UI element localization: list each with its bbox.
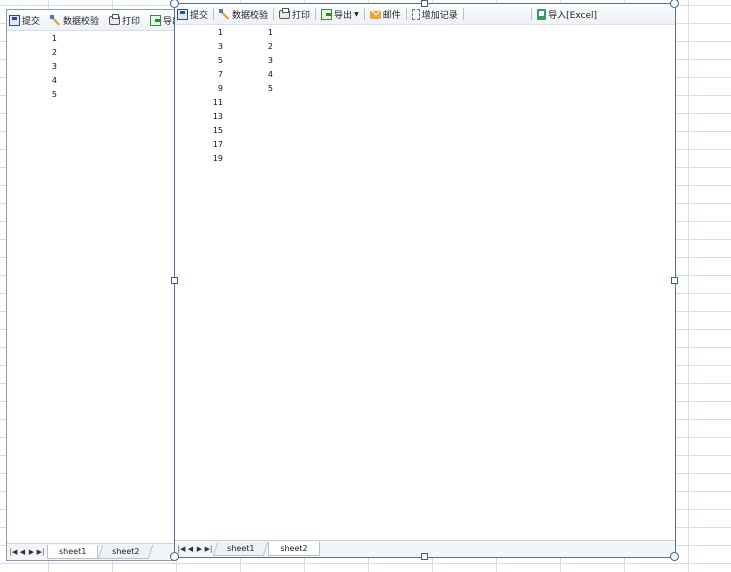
validate-icon — [219, 8, 230, 20]
last-sheet-button[interactable]: ▶| — [204, 543, 213, 555]
cell-col-a[interactable]: 15 — [205, 124, 223, 138]
resize-handle-bottom-right[interactable] — [670, 552, 679, 561]
left-cell[interactable]: 4 — [37, 74, 57, 88]
first-sheet-button[interactable]: |◀ — [9, 546, 18, 558]
tab-sheet1[interactable]: sheet1 — [47, 545, 99, 559]
add-record-button[interactable]: 增加记录 — [410, 5, 460, 23]
tab-label: sheet1 — [59, 547, 87, 556]
left-toolbar: 提交 数据校验 打印 导出 — [7, 10, 175, 31]
tab-label: sheet1 — [227, 544, 255, 553]
export-dropdown-button[interactable]: 导出 ▼ — [319, 5, 361, 23]
mail-label: 邮件 — [382, 10, 401, 21]
save-icon — [177, 8, 188, 20]
print-label: 打印 — [292, 10, 311, 21]
toolbar-separator — [213, 8, 215, 20]
toolbar-separator — [531, 8, 533, 20]
export-icon — [150, 14, 162, 26]
tab-label: sheet2 — [112, 547, 140, 556]
excel-import-icon — [537, 8, 547, 20]
cell-col-b[interactable]: 1 — [255, 26, 273, 40]
last-sheet-button[interactable]: ▶| — [36, 546, 45, 558]
printer-icon — [279, 8, 291, 19]
chevron-down-icon: ▼ — [354, 10, 359, 18]
cell-col-b[interactable]: 5 — [255, 82, 273, 96]
resize-handle-left[interactable] — [171, 277, 178, 284]
prev-sheet-button[interactable]: ◀ — [186, 543, 195, 555]
resize-handle-bottom-left[interactable] — [170, 552, 179, 561]
submit-button[interactable]: 提交 — [175, 5, 210, 23]
cell-col-b[interactable]: 3 — [255, 54, 273, 68]
resize-handle-top[interactable] — [421, 0, 428, 7]
cell-col-a[interactable]: 13 — [205, 110, 223, 124]
export-label: 导出 — [334, 10, 353, 21]
toolbar-separator — [363, 8, 365, 20]
next-sheet-button[interactable]: ▶ — [195, 543, 204, 555]
mail-icon — [369, 10, 381, 19]
left-export-button[interactable]: 导出 — [148, 11, 175, 29]
tab-sheet2[interactable]: sheet2 — [98, 545, 154, 559]
import-excel-button[interactable]: 导入[Excel] — [535, 5, 599, 23]
left-cell[interactable]: 2 — [37, 46, 57, 60]
cell-col-a[interactable]: 17 — [205, 138, 223, 152]
prev-sheet-button[interactable]: ◀ — [18, 546, 27, 558]
resize-handle-bottom[interactable] — [421, 553, 428, 560]
cell-col-a[interactable]: 19 — [205, 152, 223, 166]
cell-col-a[interactable]: 9 — [205, 82, 223, 96]
cell-col-a[interactable]: 3 — [205, 40, 223, 54]
cell-col-b[interactable]: 4 — [255, 68, 273, 82]
print-button[interactable]: 打印 — [277, 5, 312, 23]
toolbar-separator — [405, 8, 407, 20]
cell-col-a[interactable]: 11 — [205, 96, 223, 110]
toolbar-separator — [273, 8, 275, 20]
left-sheet-tabbar: |◀ ◀ ▶ ▶| sheet1 sheet2 — [7, 543, 175, 560]
export-icon — [321, 8, 333, 20]
left-submit-label: 提交 — [22, 16, 41, 27]
save-icon — [9, 14, 20, 26]
cell-col-a[interactable]: 7 — [205, 68, 223, 82]
left-cell[interactable]: 1 — [37, 32, 57, 46]
resize-handle-right[interactable] — [671, 277, 678, 284]
validate-icon — [50, 14, 61, 26]
mail-button[interactable]: 邮件 — [368, 5, 403, 23]
selected-report-panel[interactable]: 提交 数据校验 打印 导出 ▼ 邮件 增加记录 导入[Excel] 1 3 5 … — [174, 3, 676, 558]
left-cell[interactable]: 3 — [37, 60, 57, 74]
printer-icon — [109, 14, 121, 25]
tab-label: sheet2 — [280, 544, 308, 553]
left-validate-label: 数据校验 — [63, 16, 100, 27]
next-sheet-button[interactable]: ▶ — [27, 546, 36, 558]
tab-sheet2[interactable]: sheet2 — [268, 542, 320, 556]
import-excel-label: 导入[Excel] — [548, 10, 597, 21]
left-cell[interactable]: 5 — [37, 88, 57, 102]
add-record-label: 增加记录 — [421, 10, 458, 21]
tab-sheet1[interactable]: sheet1 — [212, 542, 269, 556]
left-print-button[interactable]: 打印 — [107, 11, 142, 29]
left-print-label: 打印 — [122, 16, 141, 27]
cell-col-b[interactable]: 2 — [255, 40, 273, 54]
toolbar-separator — [462, 8, 464, 20]
right-toolbar: 提交 数据校验 打印 导出 ▼ 邮件 增加记录 导入[Excel] — [175, 4, 675, 25]
left-validate-button[interactable]: 数据校验 — [48, 11, 101, 29]
add-record-icon — [411, 8, 420, 20]
cell-col-a[interactable]: 5 — [205, 54, 223, 68]
left-submit-button[interactable]: 提交 — [7, 11, 42, 29]
validate-label: 数据校验 — [232, 10, 269, 21]
validate-button[interactable]: 数据校验 — [217, 5, 270, 23]
toolbar-separator — [315, 8, 317, 20]
background-report-panel: 提交 数据校验 打印 导出 1 2 3 4 5 |◀ ◀ ▶ ▶| sheet1… — [6, 9, 175, 561]
submit-label: 提交 — [190, 10, 209, 21]
cell-col-a[interactable]: 1 — [205, 26, 223, 40]
